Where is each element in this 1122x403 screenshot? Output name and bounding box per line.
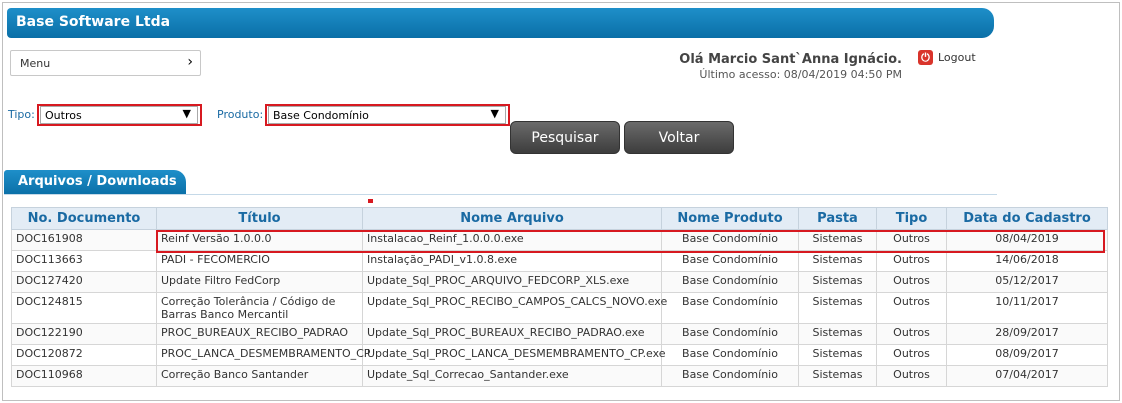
app-title-bar: Base Software Ltda — [7, 8, 994, 38]
cell-tipo: Outros — [876, 292, 947, 324]
produto-select[interactable]: Base Condomínio ▼ — [268, 106, 506, 124]
menu-button[interactable]: Menu › — [10, 50, 201, 76]
cell-documento: DOC120872 — [11, 344, 157, 366]
dropdown-arrow-icon: ▼ — [490, 107, 499, 120]
table-row[interactable]: DOC127420 Update Filtro FedCorp Update_S… — [11, 271, 1108, 293]
search-button[interactable]: Pesquisar — [510, 121, 620, 154]
annotation-mark — [368, 199, 373, 203]
table-row[interactable]: DOC122190 PROC_BUREAUX_RECIBO_PADRAO Upd… — [11, 323, 1108, 345]
chevron-right-icon: › — [187, 54, 193, 70]
col-header-nome-arquivo[interactable]: Nome Arquivo — [362, 207, 662, 230]
cell-pasta: Sistemas — [798, 365, 877, 387]
cell-titulo[interactable]: Update Filtro FedCorp — [156, 271, 363, 293]
table-row[interactable]: DOC110968 Correção Banco Santander Updat… — [11, 365, 1108, 387]
cell-titulo[interactable]: Correção Banco Santander — [156, 365, 363, 387]
section-title: Arquivos / Downloads — [18, 174, 177, 189]
cell-titulo[interactable]: Correção Tolerância / Código de Barras B… — [156, 292, 363, 324]
table-row[interactable]: DOC113663 PADI - FECOMERCIO Instalação_P… — [11, 250, 1108, 272]
cell-nome-produto: Base Condomínio — [661, 323, 799, 345]
cell-titulo[interactable]: PROC_BUREAUX_RECIBO_PADRAO — [156, 323, 363, 345]
col-header-data-cadastro[interactable]: Data do Cadastro — [946, 207, 1108, 230]
section-tab: Arquivos / Downloads — [4, 170, 186, 195]
user-greeting: Olá Marcio Sant`Anna Ignácio. Último ace… — [679, 52, 902, 81]
section-divider — [4, 194, 997, 195]
cell-tipo: Outros — [876, 344, 947, 366]
tipo-select[interactable]: Outros ▼ — [40, 106, 198, 124]
cell-data-cadastro: 07/04/2017 — [946, 365, 1108, 387]
col-header-documento[interactable]: No. Documento — [11, 207, 157, 230]
produto-label: Produto: — [217, 108, 264, 121]
power-icon: ⏻ — [918, 50, 933, 65]
tipo-label: Tipo: — [8, 108, 35, 121]
cell-pasta: Sistemas — [798, 229, 877, 251]
produto-value: Base Condomínio — [273, 109, 369, 122]
cell-nome-produto: Base Condomínio — [661, 365, 799, 387]
last-access: Último acesso: 08/04/2019 04:50 PM — [699, 68, 902, 81]
table-row[interactable]: DOC124815 Correção Tolerância / Código d… — [11, 292, 1108, 324]
cell-data-cadastro: 08/09/2017 — [946, 344, 1108, 366]
cell-pasta: Sistemas — [798, 344, 877, 366]
cell-pasta: Sistemas — [798, 271, 877, 293]
cell-nome-arquivo[interactable]: Update_Sql_PROC_BUREAUX_RECIBO_PADRAO.ex… — [362, 323, 662, 345]
cell-documento: DOC110968 — [11, 365, 157, 387]
cell-documento: DOC127420 — [11, 271, 157, 293]
back-button-label: Voltar — [658, 130, 700, 146]
col-header-titulo[interactable]: Título — [156, 207, 363, 230]
col-header-pasta[interactable]: Pasta — [798, 207, 877, 230]
cell-pasta: Sistemas — [798, 323, 877, 345]
cell-tipo: Outros — [876, 365, 947, 387]
tipo-value: Outros — [45, 109, 82, 122]
cell-nome-produto: Base Condomínio — [661, 271, 799, 293]
cell-documento: DOC124815 — [11, 292, 157, 324]
cell-data-cadastro: 08/04/2019 — [946, 229, 1108, 251]
cell-nome-arquivo[interactable]: Instalacao_Reinf_1.0.0.0.exe — [362, 229, 662, 251]
cell-titulo[interactable]: Reinf Versão 1.0.0.0 — [156, 229, 363, 251]
cell-pasta: Sistemas — [798, 250, 877, 272]
cell-tipo: Outros — [876, 271, 947, 293]
cell-tipo: Outros — [876, 229, 947, 251]
app-title: Base Software Ltda — [16, 14, 171, 30]
menu-label: Menu — [20, 57, 51, 70]
cell-nome-produto: Base Condomínio — [661, 292, 799, 324]
dropdown-arrow-icon: ▼ — [182, 107, 191, 120]
user-name: Olá Marcio Sant`Anna Ignácio. — [679, 52, 902, 67]
cell-data-cadastro: 14/06/2018 — [946, 250, 1108, 272]
cell-nome-arquivo[interactable]: Update_Sql_PROC_LANCA_DESMEMBRAMENTO_CP.… — [362, 344, 666, 366]
cell-nome-arquivo[interactable]: Update_Sql_PROC_ARQUIVO_FEDCORP_XLS.exe — [362, 271, 662, 293]
cell-nome-produto: Base Condomínio — [661, 250, 799, 272]
cell-documento: DOC113663 — [11, 250, 157, 272]
cell-nome-produto: Base Condomínio — [661, 229, 799, 251]
cell-documento: DOC161908 — [11, 229, 157, 251]
cell-nome-produto: Base Condomínio — [661, 344, 799, 366]
cell-tipo: Outros — [876, 323, 947, 345]
cell-documento: DOC122190 — [11, 323, 157, 345]
cell-pasta: Sistemas — [798, 292, 877, 324]
cell-titulo[interactable]: PROC_LANCA_DESMEMBRAMENTO_CP — [156, 344, 370, 366]
logout-button[interactable]: ⏻ Logout — [918, 50, 976, 65]
col-header-nome-produto[interactable]: Nome Produto — [661, 207, 799, 230]
col-header-tipo[interactable]: Tipo — [876, 207, 947, 230]
cell-nome-arquivo[interactable]: Update_Sql_Correcao_Santander.exe — [362, 365, 662, 387]
cell-nome-arquivo[interactable]: Instalação_PADI_v1.0.8.exe — [362, 250, 662, 272]
cell-data-cadastro: 28/09/2017 — [946, 323, 1108, 345]
cell-titulo[interactable]: PADI - FECOMERCIO — [156, 250, 363, 272]
cell-tipo: Outros — [876, 250, 947, 272]
table-header-row: No. Documento Título Nome Arquivo Nome P… — [11, 207, 1108, 230]
search-button-label: Pesquisar — [531, 130, 599, 146]
table-row[interactable]: DOC120872 PROC_LANCA_DESMEMBRAMENTO_CP U… — [11, 344, 1108, 366]
cell-data-cadastro: 10/11/2017 — [946, 292, 1108, 324]
back-button[interactable]: Voltar — [624, 121, 734, 154]
downloads-table: No. Documento Título Nome Arquivo Nome P… — [11, 207, 1108, 387]
cell-nome-arquivo[interactable]: Update_Sql_PROC_RECIBO_CAMPOS_CALCS_NOVO… — [362, 292, 667, 324]
cell-data-cadastro: 05/12/2017 — [946, 271, 1108, 293]
logout-label: Logout — [938, 51, 976, 64]
table-row[interactable]: DOC161908 Reinf Versão 1.0.0.0 Instalaca… — [11, 229, 1108, 251]
